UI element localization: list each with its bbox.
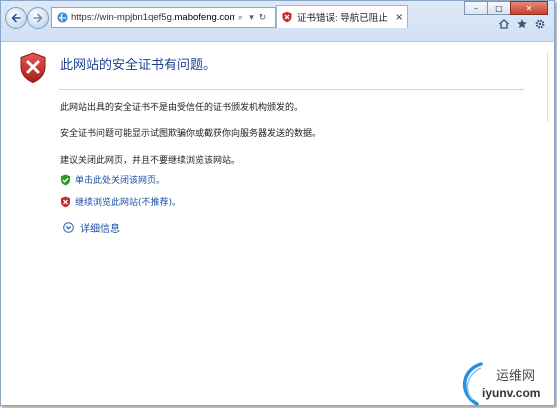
scrollbar[interactable] — [547, 52, 554, 122]
close-page-link[interactable]: 单击此处关闭该网页。 — [60, 173, 165, 186]
address-bar[interactable]: https://win-mpjbn1qef5g.mabofeng.com ⌕ ▾… — [51, 7, 276, 28]
chevron-down-circle-icon — [63, 222, 74, 233]
url-text[interactable]: https://win-mpjbn1qef5g.mabofeng.com — [71, 12, 235, 23]
certificate-risk-text: 安全证书问题可能显示试图欺骗你或截获你向服务器发送的数据。 — [60, 129, 322, 139]
watermark-en-text: iyunv.com — [482, 386, 541, 400]
more-information-toggle[interactable]: 详细信息 — [63, 220, 120, 235]
continue-to-website-link[interactable]: 继续浏览此网站(不推荐)。 — [60, 195, 181, 208]
page-content: 此网站的安全证书有问题。 此网站出具的安全证书不是由受信任的证书颁发机构颁发的。… — [1, 42, 554, 405]
page-title: 此网站的安全证书有问题。 — [60, 58, 217, 73]
watermark-cn-text: 运维网 — [496, 369, 536, 384]
more-information-label[interactable]: 详细信息 — [80, 220, 120, 235]
continue-link-label[interactable]: 继续浏览此网站(不推荐)。 — [75, 195, 181, 208]
refresh-icon[interactable]: ↻ — [257, 10, 268, 26]
divider — [59, 89, 524, 90]
maximize-button[interactable]: □ — [487, 1, 511, 15]
tab-certificate-error[interactable]: 证书错误: 导航已阻止 × — [276, 5, 408, 28]
close-page-link-label[interactable]: 单击此处关闭该网页。 — [75, 173, 165, 186]
arrow-left-icon — [11, 13, 21, 23]
tab-title: 证书错误: 导航已阻止 — [297, 13, 388, 24]
home-icon[interactable] — [498, 18, 510, 30]
certificate-untrusted-text: 此网站出具的安全证书不是由受信任的证书颁发机构颁发的。 — [60, 103, 304, 113]
recommendation-text: 建议关闭此网页，并且不要继续浏览该网站。 — [60, 156, 241, 166]
browser-toolbar: https://win-mpjbn1qef5g.mabofeng.com ⌕ ▾… — [1, 1, 554, 42]
shield-error-icon — [282, 11, 292, 23]
arrow-right-icon — [33, 13, 43, 23]
search-icon[interactable]: ⌕ — [235, 10, 246, 26]
window-controls: – □ ✕ — [464, 1, 548, 15]
back-button[interactable] — [5, 7, 27, 29]
shield-error-small-icon — [61, 196, 70, 207]
shield-error-icon — [20, 52, 46, 84]
browser-tools — [498, 18, 546, 30]
forward-button[interactable] — [27, 7, 49, 29]
settings-gear-icon[interactable] — [534, 18, 546, 30]
close-window-button[interactable]: ✕ — [510, 1, 548, 15]
favorites-star-icon[interactable] — [516, 18, 528, 30]
shield-ok-icon — [61, 174, 70, 185]
ie-page-icon — [55, 11, 69, 25]
dropdown-icon[interactable]: ▾ — [246, 10, 257, 26]
tab-close-icon[interactable]: × — [395, 12, 403, 23]
minimize-button[interactable]: – — [464, 1, 488, 15]
browser-window: https://win-mpjbn1qef5g.mabofeng.com ⌕ ▾… — [0, 0, 555, 406]
